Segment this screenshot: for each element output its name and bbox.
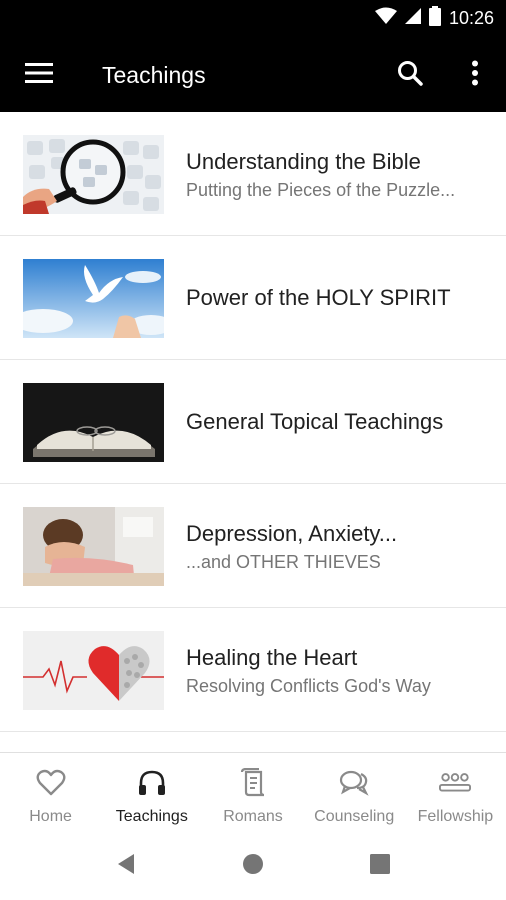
nav-label: Romans xyxy=(223,808,283,825)
search-icon xyxy=(397,60,423,91)
scroll-icon xyxy=(237,767,269,799)
status-bar: 10:26 xyxy=(0,0,506,37)
nav-home[interactable]: Home xyxy=(0,753,101,832)
nav-label: Counseling xyxy=(314,808,395,825)
dove-sky-thumbnail xyxy=(23,259,164,338)
list-item-title: General Topical Teachings xyxy=(186,409,444,434)
more-vertical-icon xyxy=(471,60,479,91)
overflow-menu-button[interactable] xyxy=(455,55,495,95)
puzzle-magnifier-thumbnail xyxy=(23,135,164,214)
system-navigation-bar xyxy=(0,832,506,900)
wifi-icon xyxy=(374,7,397,30)
bottom-navigation: Home Teachings Romans Counseling Fellows… xyxy=(0,752,506,832)
list-item-title: Power of the HOLY SPIRIT xyxy=(186,285,451,310)
list-item-depression-anxiety[interactable]: Depression, Anxiety... ...and OTHER THIE… xyxy=(0,484,506,608)
list-item-subtitle: Resolving Conflicts God's Way xyxy=(186,676,431,696)
back-triangle-icon xyxy=(116,853,136,880)
nav-teachings[interactable]: Teachings xyxy=(101,753,202,832)
distressed-woman-thumbnail xyxy=(23,507,164,586)
teachings-list: Understanding the Bible Putting the Piec… xyxy=(0,112,506,732)
menu-button[interactable] xyxy=(18,55,60,95)
list-item-general-topical-teachings[interactable]: General Topical Teachings xyxy=(0,360,506,484)
list-item-text: Understanding the Bible Putting the Piec… xyxy=(186,148,492,202)
list-item-title: Healing the Heart xyxy=(186,645,358,670)
list-item-healing-the-heart[interactable]: Healing the Heart Resolving Conflicts Go… xyxy=(0,608,506,732)
status-icons: 10:26 xyxy=(374,0,494,37)
list-item-understanding-the-bible[interactable]: Understanding the Bible Putting the Piec… xyxy=(0,112,506,236)
nav-label: Fellowship xyxy=(417,808,494,825)
nav-counseling[interactable]: Counseling xyxy=(304,753,405,832)
chat-bubbles-icon xyxy=(338,767,370,799)
cell-signal-icon xyxy=(404,7,421,30)
heart-icon xyxy=(35,767,67,799)
heart-heartbeat-thumbnail xyxy=(23,631,164,710)
list-item-power-of-the-holy-spirit[interactable]: Power of the HOLY SPIRIT xyxy=(0,236,506,360)
battery-icon xyxy=(428,6,441,31)
list-item-subtitle: Putting the Pieces of the Puzzle... xyxy=(186,180,456,200)
page-title: Teachings xyxy=(102,62,206,88)
list-item-text: Power of the HOLY SPIRIT xyxy=(186,284,492,312)
list-item-text: Depression, Anxiety... ...and OTHER THIE… xyxy=(186,520,492,574)
list-item-text: Healing the Heart Resolving Conflicts Go… xyxy=(186,644,492,698)
list-item-title: Understanding the Bible xyxy=(186,149,421,174)
list-item-text: General Topical Teachings xyxy=(186,408,492,436)
search-button[interactable] xyxy=(388,55,432,95)
list-item-title: Depression, Anxiety... xyxy=(186,521,398,546)
recents-square-icon xyxy=(370,853,390,879)
open-bible-thumbnail xyxy=(23,383,164,462)
home-circle-icon xyxy=(242,853,264,880)
list-item-subtitle: ...and OTHER THIEVES xyxy=(186,552,381,572)
people-icon xyxy=(439,767,472,799)
status-time: 10:26 xyxy=(448,8,494,28)
nav-fellowship[interactable]: Fellowship xyxy=(405,753,506,832)
hamburger-menu-icon xyxy=(25,62,53,89)
recents-button[interactable] xyxy=(368,853,392,879)
nav-label: Teachings xyxy=(115,808,188,825)
nav-romans[interactable]: Romans xyxy=(202,753,303,832)
home-button[interactable] xyxy=(241,853,265,880)
back-button[interactable] xyxy=(114,853,138,880)
headphones-icon xyxy=(136,767,168,799)
app-bar: Teachings xyxy=(0,37,506,112)
nav-label: Home xyxy=(29,808,72,825)
